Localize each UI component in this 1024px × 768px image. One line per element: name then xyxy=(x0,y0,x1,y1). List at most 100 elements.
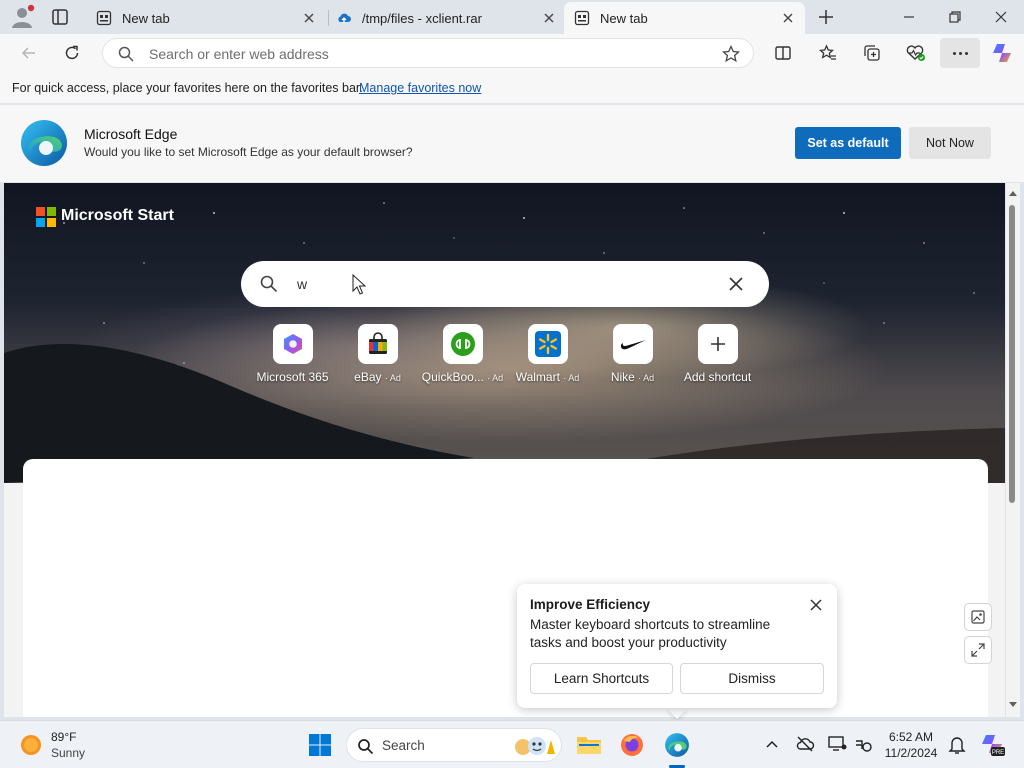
weather-temperature[interactable]: 89°F xyxy=(51,730,76,744)
tab-actions-icon xyxy=(52,9,68,25)
start-button[interactable] xyxy=(306,731,334,759)
close-icon[interactable] xyxy=(302,11,316,25)
settings-more-button[interactable] xyxy=(940,38,980,68)
focus-mode-button[interactable] xyxy=(964,636,992,664)
shortcut-quickbooks[interactable]: QuickBoo... · Ad xyxy=(420,324,505,384)
browser-essentials-button[interactable] xyxy=(904,41,928,65)
star-icon[interactable] xyxy=(721,44,741,64)
improve-efficiency-popup: Improve Efficiency Master keyboard short… xyxy=(517,584,837,708)
tab-title: New tab xyxy=(600,10,648,26)
shortcut-label: Walmart · Ad xyxy=(515,370,580,384)
shortcut-ebay[interactable]: eBay · Ad xyxy=(335,324,420,384)
scrollbar-thumb[interactable] xyxy=(1009,205,1015,503)
manage-favorites-link[interactable]: Manage favorites now xyxy=(359,81,481,95)
shortcut-label: Add shortcut xyxy=(683,370,752,384)
favorites-button[interactable] xyxy=(816,41,840,65)
restore-button[interactable] xyxy=(945,7,965,27)
tab-3[interactable]: New tab xyxy=(564,2,805,34)
clock-time: 6:52 AM xyxy=(888,730,934,744)
search-input[interactable]: w xyxy=(297,276,307,292)
close-icon[interactable] xyxy=(542,11,556,25)
new-tab-button[interactable] xyxy=(815,6,837,28)
system-clock[interactable]: 6:52 AM 11/2/2024 xyxy=(880,729,942,761)
address-input[interactable] xyxy=(149,45,709,63)
weather-condition[interactable]: Sunny xyxy=(51,746,85,760)
shortcut-microsoft-365[interactable]: Microsoft 365 xyxy=(250,324,335,384)
tab-actions-button[interactable] xyxy=(48,6,72,28)
search-icon xyxy=(358,739,374,755)
minimize-button[interactable] xyxy=(899,7,919,27)
edge-logo-icon xyxy=(21,120,67,166)
windows-taskbar: 89°F Sunny Search 6:52 AM 11/2/2024 PRE xyxy=(0,720,1024,768)
firefox-button[interactable] xyxy=(618,731,646,759)
tab-title: /tmp/files - xclient.rar xyxy=(362,10,482,26)
scroll-up-icon[interactable] xyxy=(1008,189,1018,197)
close-icon[interactable] xyxy=(781,11,795,25)
shopping-bag-icon xyxy=(368,332,387,354)
learn-shortcuts-button[interactable]: Learn Shortcuts xyxy=(530,663,673,694)
shortcut-tile xyxy=(527,324,568,364)
shortcut-nike[interactable]: Nike · Ad xyxy=(590,324,675,384)
walmart-icon xyxy=(534,331,561,357)
edge-taskbar-button[interactable] xyxy=(663,731,691,759)
file-explorer-button[interactable] xyxy=(575,731,603,759)
split-screen-button[interactable] xyxy=(771,41,795,65)
background-image: Microsoft Start w Microsoft 365 eBay · A… xyxy=(4,183,1005,483)
profile-button[interactable] xyxy=(8,4,36,30)
refresh-button[interactable] xyxy=(60,41,84,65)
clock-date: 11/2/2024 xyxy=(884,746,938,760)
quick-links: Microsoft 365 eBay · Ad QuickBoo... · Ad… xyxy=(250,324,770,384)
shortcut-label: eBay · Ad xyxy=(354,370,401,384)
accessibility-icon[interactable] xyxy=(853,735,873,753)
add-shortcut-button[interactable]: Add shortcut xyxy=(675,324,760,384)
page-settings-button[interactable] xyxy=(964,603,992,631)
search-icon xyxy=(260,275,278,293)
shortcut-label: Microsoft 365 xyxy=(256,370,329,384)
edge-icon xyxy=(665,733,689,757)
set-default-button[interactable]: Set as default xyxy=(795,127,901,159)
collections-button[interactable] xyxy=(860,41,884,65)
shortcut-tile xyxy=(697,324,738,364)
popup-body: Master keyboard shortcuts to streamline … xyxy=(530,617,771,650)
tab-1[interactable]: New tab xyxy=(86,2,326,34)
plus-icon xyxy=(710,337,725,351)
favorites-bar: For quick access, place your favorites h… xyxy=(0,72,1024,104)
dismiss-button[interactable]: Dismiss xyxy=(680,663,824,694)
clear-search-icon[interactable] xyxy=(727,275,745,293)
popup-title: Improve Efficiency xyxy=(530,597,651,612)
expand-icon xyxy=(971,643,985,657)
onedrive-offline-icon[interactable] xyxy=(795,735,815,753)
back-button[interactable] xyxy=(17,41,41,65)
address-bar[interactable] xyxy=(102,38,754,68)
title-bar: New tab /tmp/files - xclient.rar New tab xyxy=(0,0,1024,34)
newtab-icon xyxy=(96,10,112,26)
not-now-button[interactable]: Not Now xyxy=(909,127,991,159)
chevron-up-icon[interactable] xyxy=(765,739,779,749)
scroll-down-icon[interactable] xyxy=(1008,701,1018,709)
refresh-icon xyxy=(65,45,79,60)
taskbar-search[interactable]: Search xyxy=(346,728,562,762)
tab-2[interactable]: /tmp/files - xclient.rar xyxy=(326,2,566,34)
search-highlight-icon xyxy=(515,737,555,755)
web-search-box[interactable]: w xyxy=(241,261,769,307)
minimize-icon xyxy=(904,16,914,18)
network-display-icon[interactable] xyxy=(827,735,847,753)
close-window-button[interactable] xyxy=(991,7,1011,27)
microsoft-logo-icon xyxy=(36,207,56,227)
copilot-pre-icon[interactable]: PRE xyxy=(980,733,1006,757)
arrow-left-icon xyxy=(21,47,35,59)
tab-title: New tab xyxy=(122,10,170,26)
copilot-icon xyxy=(993,44,1011,62)
page-scrollbar[interactable] xyxy=(1006,183,1020,717)
firefox-icon xyxy=(621,734,643,756)
default-browser-banner: Microsoft Edge Would you like to set Mic… xyxy=(0,105,1024,182)
microsoft-start-brand: Microsoft Start xyxy=(61,207,174,224)
windows-logo-icon xyxy=(309,734,331,756)
sun-icon[interactable] xyxy=(20,734,42,756)
close-icon[interactable] xyxy=(807,596,825,614)
shortcut-walmart[interactable]: Walmart · Ad xyxy=(505,324,590,384)
bell-icon[interactable] xyxy=(948,735,966,755)
search-icon xyxy=(118,46,134,62)
image-settings-icon xyxy=(971,610,985,624)
copilot-button[interactable] xyxy=(990,41,1014,65)
